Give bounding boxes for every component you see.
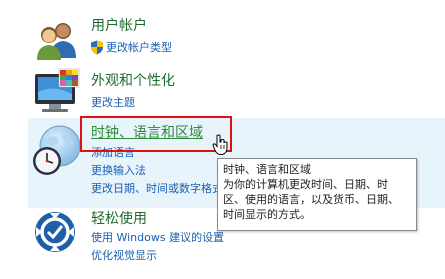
- tooltip-line: 时间显示的方式。: [223, 208, 311, 221]
- change-date-time-format-link[interactable]: 更改日期、时间或数字格式: [91, 182, 223, 196]
- optimize-visual-display-link[interactable]: 优化视觉显示: [91, 249, 157, 263]
- annotation-highlight-box: [80, 116, 232, 152]
- shield-icon: [90, 40, 104, 59]
- user-accounts-title[interactable]: 用户帐户: [91, 17, 147, 35]
- ease-of-access-title[interactable]: 轻松使用: [91, 210, 147, 228]
- change-theme-link[interactable]: 更改主题: [91, 96, 135, 110]
- tooltip: 时钟、语言和区域 为你的计算机更改时间、日期、时 区、使用的语言，以及货币、日期…: [217, 158, 417, 231]
- users-icon[interactable]: [34, 18, 80, 66]
- use-recommended-settings-link[interactable]: 使用 Windows 建议的设置: [91, 231, 224, 245]
- ease-of-access-icon[interactable]: [34, 211, 76, 257]
- hand-cursor-icon: [212, 134, 230, 160]
- tooltip-line: 为你的计算机更改时间、日期、时: [223, 178, 388, 191]
- appearance-personalization-title[interactable]: 外观和个性化: [91, 72, 175, 90]
- change-input-method-link[interactable]: 更换输入法: [91, 164, 146, 178]
- tooltip-line: 时钟、语言和区域: [223, 163, 311, 176]
- tooltip-line: 区、使用的语言，以及货币、日期、: [223, 193, 399, 206]
- change-account-type-link[interactable]: 更改帐户类型: [106, 41, 172, 55]
- monitor-palette-icon[interactable]: [33, 68, 83, 122]
- globe-clock-icon[interactable]: [30, 124, 84, 184]
